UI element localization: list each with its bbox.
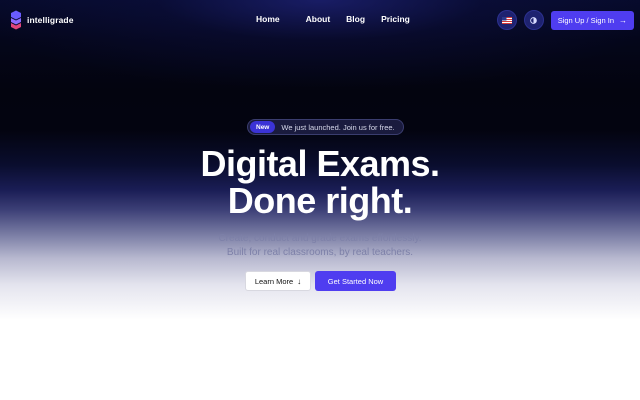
get-started-label: Get Started Now: [327, 276, 384, 286]
nav-link-pricing[interactable]: Pricing: [381, 14, 410, 24]
learn-more-button[interactable]: Learn More ↓: [245, 271, 311, 291]
announcement-badge[interactable]: New We just launched. Join us for free.: [247, 119, 404, 135]
top-navbar: intelligrade Home About Blog Pricing Sig…: [0, 0, 640, 40]
theme-toggle-button[interactable]: [523, 10, 544, 30]
announcement-text: We just launched. Join us for free.: [281, 122, 395, 132]
us-flag-icon: [501, 16, 512, 24]
get-started-button[interactable]: Get Started Now: [315, 271, 396, 291]
arrow-down-icon: ↓: [297, 276, 302, 286]
logo-icon: [11, 10, 21, 30]
nav-link-about[interactable]: About: [306, 14, 331, 24]
hero-headline: Digital Exams. Done right.: [0, 145, 640, 219]
brand-logo[interactable]: intelligrade: [10, 10, 74, 30]
brand-name: intelligrade: [27, 15, 74, 25]
signin-label: Sign Up / Sign In: [557, 15, 614, 25]
signin-button[interactable]: Sign Up / Sign In →: [550, 10, 634, 30]
language-button[interactable]: [496, 10, 517, 30]
nav-link-home[interactable]: Home: [256, 14, 280, 24]
new-pill: New: [250, 121, 276, 133]
theme-toggle-icon: [530, 16, 538, 24]
hero-cta-group: Learn More ↓ Get Started Now: [245, 271, 396, 291]
nav-actions: Sign Up / Sign In →: [496, 10, 634, 30]
nav-links: Home About Blog Pricing: [256, 14, 426, 24]
subtext-line-2: Built for real classrooms, by real teach…: [226, 247, 414, 258]
learn-more-label: Learn More: [254, 276, 294, 286]
nav-link-blog[interactable]: Blog: [346, 14, 365, 24]
hero-subtext: Create, conduct and grade exams effortle…: [0, 232, 640, 260]
arrow-right-icon: →: [619, 15, 627, 25]
headline-line-1: Digital Exams.: [200, 143, 440, 184]
subtext-line-1: Create, conduct and grade exams effortle…: [218, 233, 422, 244]
headline-line-2: Done right.: [227, 180, 413, 221]
